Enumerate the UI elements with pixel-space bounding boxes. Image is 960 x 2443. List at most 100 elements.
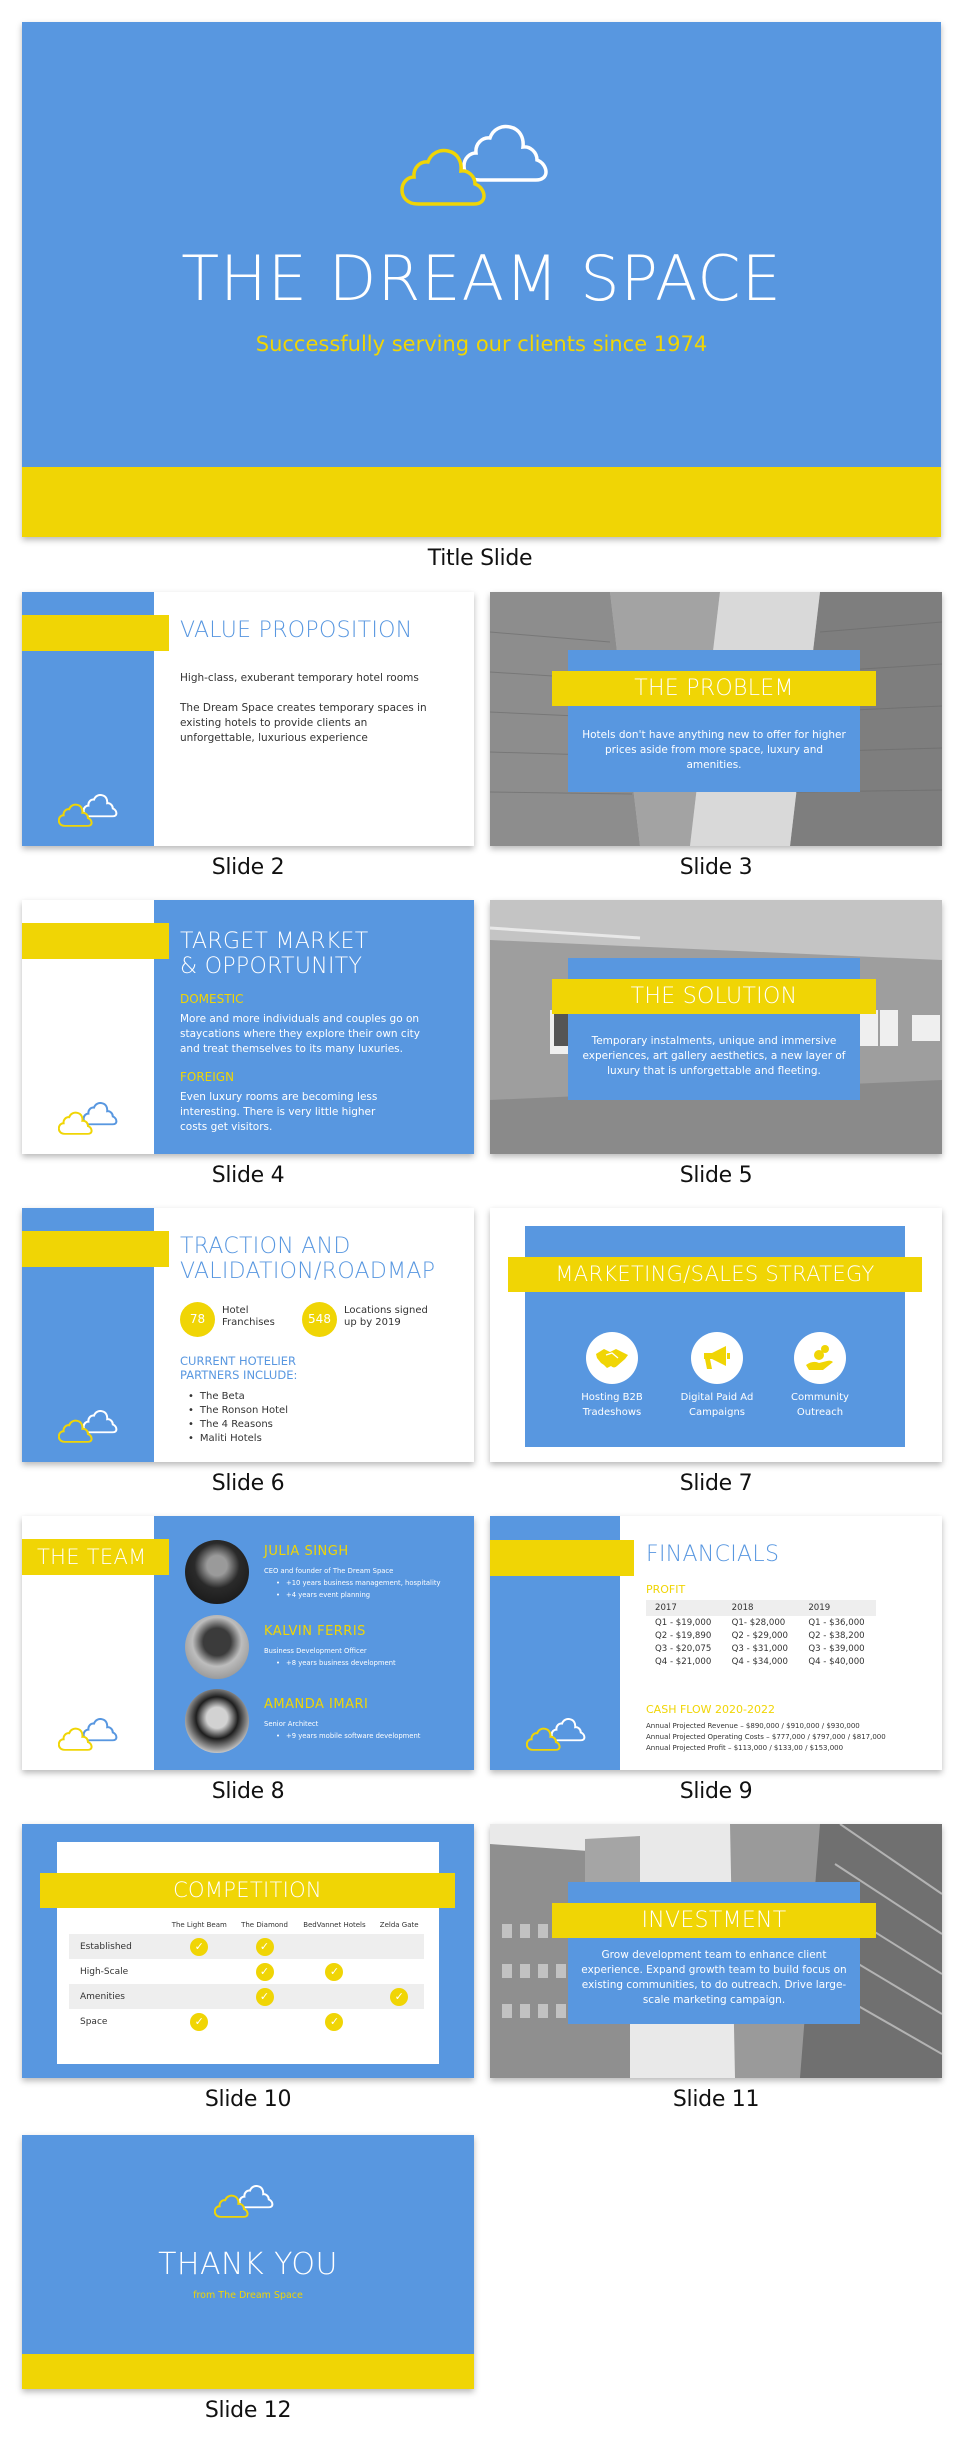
competitor-header: The Diamond: [241, 1921, 288, 1929]
strategy-label: Digital Paid Ad Campaigns: [672, 1390, 762, 1420]
slide-heading: COMPETITION: [40, 1873, 455, 1908]
slide-10-thumbnail[interactable]: COMPETITION The Light Beam The Diamond B…: [22, 1824, 474, 2078]
slide-2-caption: Slide 2: [211, 855, 285, 880]
slide-3-thumbnail[interactable]: THE PROBLEM Hotels don't have anything n…: [490, 592, 942, 846]
table-row: High-Scale ✓ ✓: [69, 1959, 424, 1984]
yellow-tab: [22, 615, 169, 651]
feature-label: Amenities: [69, 1984, 164, 2009]
cloud-logo-icon: [58, 1410, 118, 1443]
competition-body: Established ✓ ✓ High-Scale ✓ ✓ Amenities ✓ ✓ Spac…: [69, 1934, 424, 2034]
table-cell: ✓: [234, 1984, 295, 2009]
year-header: 2017: [646, 1600, 723, 1616]
table-cell: Q4 - $34,000: [731, 1656, 788, 1667]
competitor-header: The Light Beam: [171, 1921, 227, 1929]
stat-label: Locations signed up by 2019: [344, 1305, 428, 1329]
slide-2-thumbnail[interactable]: VALUE PROPOSITION High-class, exuberant …: [22, 592, 474, 846]
table-cell: Q2 - $38,200: [808, 1630, 865, 1641]
foreign-label: FOREIGN: [180, 1070, 235, 1084]
heading-line-2: & OPPORTUNITY: [180, 954, 363, 979]
heading-line-1: TRACTION AND: [180, 1234, 351, 1259]
slide-10-caption: Slide 10: [204, 2087, 292, 2112]
cloud-logo-icon: [58, 1102, 118, 1135]
avatar-amanda-imari: [185, 1689, 249, 1753]
table-cell: [374, 1959, 424, 1984]
slide-11-thumbnail[interactable]: INVESTMENT Grow development team to enha…: [490, 1824, 942, 2078]
slide-heading: TARGET MARKET & OPPORTUNITY: [180, 929, 368, 979]
yellow-tab: [22, 923, 169, 959]
slide-6-thumbnail[interactable]: TRACTION AND VALIDATION/ROADMAP 78 Hotel…: [22, 1208, 474, 1462]
slide-9-thumbnail[interactable]: FINANCIALS PROFIT 2017 2018 2019 Q1 - $1…: [490, 1516, 942, 1770]
cloud-logo-icon: [214, 2185, 274, 2218]
table-cell: [164, 1984, 235, 2009]
table-cell: Q2 - $29,000: [731, 1630, 788, 1641]
table-cell: ✓: [164, 1934, 235, 1959]
cloud-logo-icon: [58, 794, 118, 827]
table-cell: Q2 - $19,890: [655, 1630, 712, 1641]
thank-you-subtitle: from The Dream Space: [193, 2290, 303, 2301]
partners-heading-line: CURRENT HOTELIER: [180, 1354, 297, 1368]
table-row: Q1 - $19,000 Q1- $28,000 Q1 - $36,000: [646, 1616, 876, 1629]
foreign-text: Even luxury rooms are becoming less inte…: [180, 1091, 378, 1133]
table-cell: Q1 - $36,000: [808, 1617, 865, 1628]
slide-8-thumbnail[interactable]: THE TEAM JULIA SINGH CEO and founder of …: [22, 1516, 474, 1770]
thank-you-heading: THANK YOU: [158, 2247, 338, 2282]
check-icon: ✓: [190, 1937, 209, 1956]
competition-table: The Light Beam The Diamond BedVannet Hot…: [69, 1921, 424, 2034]
table-row: Q4 - $21,000 Q4 - $34,000 Q4 - $40,000: [646, 1655, 876, 1668]
yellow-tab: [22, 1231, 169, 1267]
coin-hand-icon: [794, 1332, 846, 1384]
slide-5-thumbnail[interactable]: THE SOLUTION Temporary instalments, uniq…: [490, 900, 942, 1154]
table-row: Q2 - $19,890 Q2 - $29,000 Q2 - $38,200: [646, 1629, 876, 1642]
slide-12-caption: Slide 12: [204, 2398, 292, 2423]
member-bullet: +4 years event planning: [276, 1590, 441, 1602]
member-name: AMANDA IMARI: [264, 1697, 369, 1712]
heading-line-1: TARGET MARKET: [180, 929, 369, 954]
avatar-julia-singh: [185, 1540, 249, 1604]
table-cell: [294, 1984, 375, 2009]
stat-badge: 78: [180, 1302, 215, 1337]
feature-label: Established: [69, 1934, 164, 1959]
table-cell: Q1 - $19,000: [655, 1617, 712, 1628]
slide-7-caption: Slide 7: [679, 1471, 753, 1496]
cloud-logo-icon: [400, 124, 548, 206]
year-header: 2019: [799, 1600, 876, 1616]
table-cell: [294, 1934, 375, 1959]
table-row: Established ✓ ✓: [69, 1934, 424, 1959]
title-slide[interactable]: THE DREAM SPACE Successfully serving our…: [22, 22, 941, 537]
table-cell: Q3 - $39,000: [808, 1643, 865, 1654]
table-cell: [374, 2009, 424, 2034]
check-icon: ✓: [390, 1987, 409, 2006]
deck-title: THE DREAM SPACE: [181, 242, 782, 315]
slide-heading: THE TEAM: [22, 1539, 169, 1575]
partners-list: The Beta The Ronson Hotel The 4 Reasons …: [188, 1390, 288, 1446]
table-cell: ✓: [234, 1934, 295, 1959]
stat-label-line: Franchises: [222, 1317, 275, 1328]
profit-label: PROFIT: [646, 1583, 686, 1596]
stat-label-line: up by 2019: [344, 1317, 401, 1328]
year-header: 2018: [722, 1600, 800, 1616]
slide-8-caption: Slide 8: [211, 1779, 285, 1804]
strategy-label: Community Outreach: [775, 1390, 865, 1420]
table-cell: ✓: [374, 1984, 424, 2009]
check-icon: ✓: [190, 2012, 209, 2031]
cashflow-line: Annual Projected Operating Costs – $777,…: [646, 1733, 886, 1741]
value-line-2: The Dream Space creates temporary spaces…: [180, 702, 427, 744]
competitor-header: Zelda Gate: [379, 1921, 419, 1929]
member-role: CEO and founder of The Dream Space: [264, 1567, 394, 1575]
check-icon: ✓: [255, 1937, 274, 1956]
member-bullets: +8 years business development: [276, 1658, 396, 1670]
feature-label: Space: [80, 2016, 108, 2027]
member-role: Senior Architect: [264, 1720, 319, 1728]
table-row: Space ✓ ✓: [69, 2009, 424, 2034]
table-cell: ✓: [294, 1959, 374, 1984]
slide-4-thumbnail[interactable]: TARGET MARKET & OPPORTUNITY DOMESTIC Mor…: [22, 900, 474, 1154]
slide-7-thumbnail[interactable]: MARKETING/SALES STRATEGY Hosting B2B Tra…: [490, 1208, 942, 1462]
partner-item: Maliti Hotels: [188, 1432, 288, 1446]
yellow-footer-band: [22, 2354, 474, 2389]
partners-heading-line: PARTNERS INCLUDE:: [180, 1368, 298, 1382]
megaphone-icon: [691, 1332, 743, 1384]
slide-12-thumbnail[interactable]: THANK YOU from The Dream Space: [22, 2135, 474, 2389]
table-cell: Q3 - $31,000: [731, 1643, 788, 1654]
member-bullets: +10 years business management, hospitali…: [276, 1578, 441, 1601]
cloud-logo-icon: [526, 1718, 586, 1751]
